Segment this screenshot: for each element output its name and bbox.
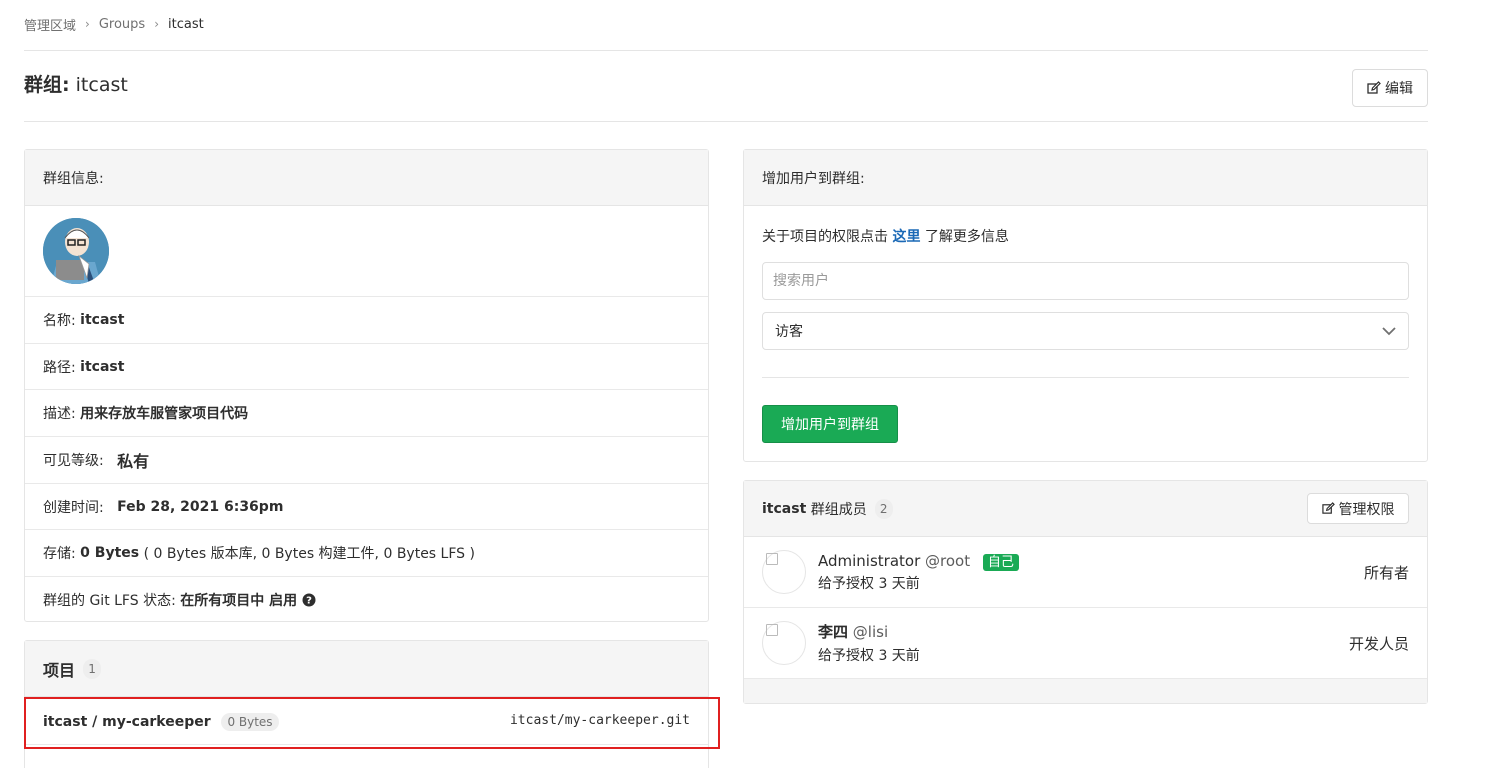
question-circle-icon[interactable]: ? [302, 593, 316, 607]
edit-icon [1321, 502, 1335, 514]
page-title-name: itcast [75, 74, 128, 96]
member-row: Administrator @root 自己 给予授权 3 天前 所有者 [744, 537, 1427, 608]
group-avatar [43, 218, 109, 284]
manage-access-button[interactable]: 管理权限 [1307, 493, 1409, 524]
projects-heading-label: 项目 [43, 660, 76, 680]
breadcrumb-groups[interactable]: Groups [99, 17, 145, 32]
members-group-name: itcast [762, 500, 807, 517]
avatar [762, 550, 806, 594]
group-desc-label: 描述: [43, 406, 76, 422]
group-name-row: 名称: itcast [25, 297, 708, 344]
edit-icon [1367, 81, 1381, 94]
edit-button[interactable]: 编辑 [1352, 69, 1428, 107]
group-name-label: 名称: [43, 313, 76, 329]
member-granted-time: 给予授权 3 天前 [818, 648, 920, 664]
project-size-badge: 0 Bytes [221, 712, 279, 731]
add-user-heading: 增加用户到群组: [744, 150, 1427, 206]
svg-text:?: ? [306, 595, 312, 606]
page-title: 群组: itcast [24, 70, 128, 97]
group-lfs-value: 在所有项目中 启用 [180, 592, 298, 609]
role-select[interactable]: 访客 [762, 312, 1409, 350]
page-title-prefix: 群组: [24, 74, 70, 96]
group-visibility-value: 私有 [117, 452, 150, 471]
chevron-right-icon: › [154, 17, 159, 31]
permission-text-before: 关于项目的权限点击 [762, 229, 888, 245]
group-storage-value: 0 Bytes [80, 545, 140, 561]
members-heading-label: 群组成员 [810, 501, 867, 518]
permission-help-text: 关于项目的权限点击 这里 了解更多信息 [762, 226, 1409, 246]
breadcrumb: 管理区域 › Groups › itcast [24, 14, 204, 34]
group-storage-label: 存储: [43, 546, 76, 562]
divider [762, 377, 1409, 378]
group-lfs-row: 群组的 Git LFS 状态: 在所有项目中 启用 ? [25, 577, 708, 622]
member-name[interactable]: 李四 [818, 623, 848, 641]
projects-heading: 项目 1 [25, 641, 708, 697]
group-path-value: itcast [80, 358, 125, 375]
projects-count-badge: 1 [83, 658, 102, 679]
breadcrumb-current[interactable]: itcast [168, 17, 204, 32]
project-git-path: itcast/my-carkeeper.git [509, 713, 690, 728]
group-info-panel: 群组信息: 名称: itcast 路径: itcast 描述: 用来存放车服管家… [24, 149, 709, 622]
permission-help-link[interactable]: 这里 [892, 229, 920, 245]
search-users-input[interactable] [762, 262, 1409, 300]
group-name-value: itcast [80, 312, 125, 328]
member-role: 开发人员 [1348, 634, 1409, 653]
member-username: @lisi [852, 623, 889, 641]
project-row[interactable]: itcast / my-carkeeper 0 Bytes itcast/my-… [25, 697, 708, 745]
member-row: 李四 @lisi 给予授权 3 天前 开发人员 [744, 608, 1427, 679]
chevron-down-icon [1382, 326, 1396, 335]
edit-button-label: 编辑 [1385, 81, 1413, 97]
avatar [762, 621, 806, 665]
member-role: 所有者 [1363, 563, 1409, 582]
self-badge: 自己 [982, 554, 1019, 571]
add-user-panel: 增加用户到群组: 关于项目的权限点击 这里 了解更多信息 访客 增加用户到群组 [743, 149, 1428, 462]
group-storage-row: 存储: 0 Bytes ( 0 Bytes 版本库, 0 Bytes 构建工件,… [25, 530, 708, 577]
member-granted-time: 给予授权 3 天前 [818, 576, 920, 592]
permission-text-after: 了解更多信息 [924, 229, 1009, 245]
group-visibility-label: 可见等级: [43, 453, 104, 469]
members-heading: itcast 群组成员 2 管理权限 [744, 481, 1427, 537]
group-created-row: 创建时间: Feb 28, 2021 6:36pm [25, 484, 708, 530]
breadcrumb-admin-area[interactable]: 管理区域 [24, 15, 76, 34]
members-footer [744, 679, 1427, 703]
chevron-right-icon: › [85, 17, 90, 31]
group-info-heading: 群组信息: [25, 150, 708, 206]
group-desc-row: 描述: 用来存放车服管家项目代码 [25, 390, 708, 437]
group-path-label: 路径: [43, 359, 76, 376]
divider [24, 121, 1428, 122]
projects-panel: 项目 1 itcast / my-carkeeper 0 Bytes itcas… [24, 640, 709, 768]
role-select-value: 访客 [775, 324, 803, 340]
group-avatar-row [25, 206, 708, 297]
group-created-label: 创建时间: [43, 499, 104, 516]
group-lfs-label: 群组的 Git LFS 状态: [43, 592, 176, 609]
add-user-to-group-button[interactable]: 增加用户到群组 [762, 405, 898, 443]
manage-access-label: 管理权限 [1338, 501, 1395, 518]
members-panel: itcast 群组成员 2 管理权限 Administrator @root 自… [743, 480, 1428, 704]
project-name-link[interactable]: itcast / my-carkeeper [43, 714, 211, 730]
members-count-badge: 2 [874, 498, 893, 519]
group-path-row: 路径: itcast [25, 344, 708, 390]
group-storage-detail: ( 0 Bytes 版本库, 0 Bytes 构建工件, 0 Bytes LFS… [143, 546, 475, 562]
group-desc-value: 用来存放车服管家项目代码 [80, 406, 249, 422]
member-name[interactable]: Administrator [818, 552, 920, 570]
group-visibility-row: 可见等级: 私有 [25, 437, 708, 484]
member-username: @root [925, 552, 971, 570]
divider [24, 50, 1428, 51]
group-created-value: Feb 28, 2021 6:36pm [117, 498, 284, 515]
